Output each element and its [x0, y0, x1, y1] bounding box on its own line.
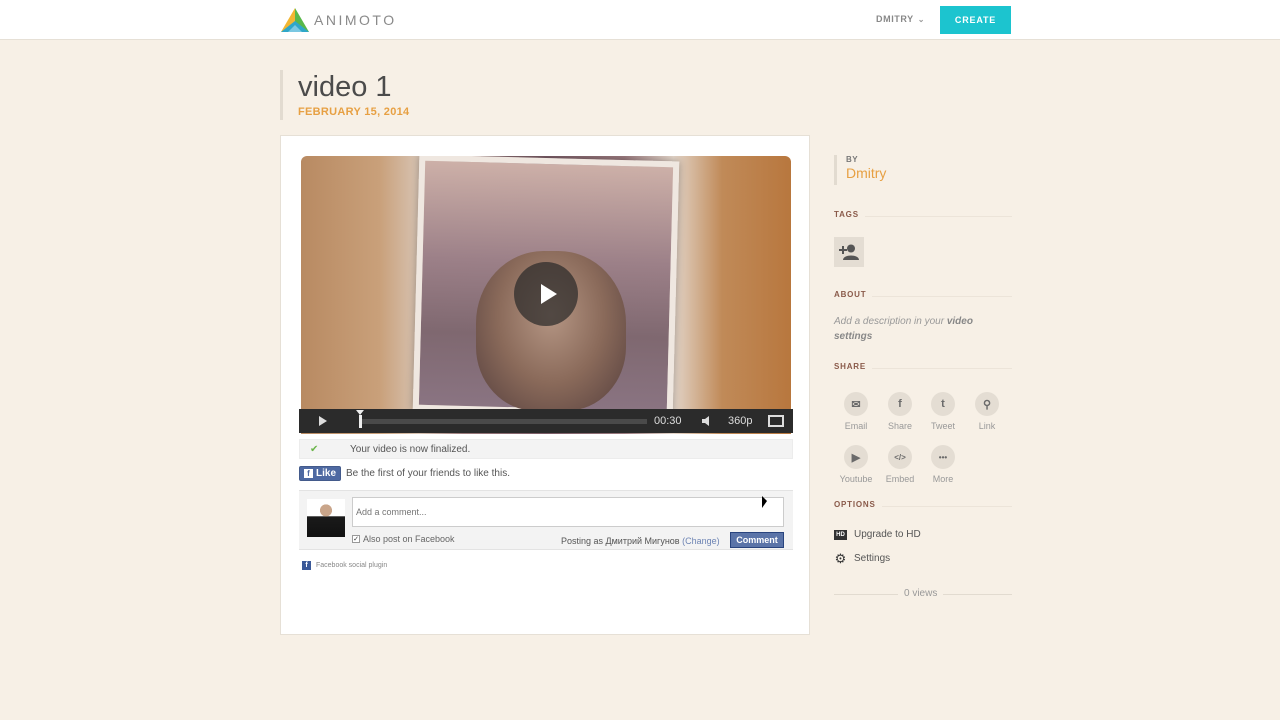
views-row: 0 views: [834, 588, 1012, 600]
settings-label: Settings: [854, 553, 891, 564]
about-heading: ABOUT: [834, 290, 1012, 299]
share-facebook-button[interactable]: f Share: [880, 392, 920, 431]
also-post-label: Also post on Facebook: [363, 534, 455, 544]
email-icon: ✉: [844, 392, 868, 416]
link-icon: ⚲: [975, 392, 999, 416]
share-facebook-label: Share: [887, 421, 913, 431]
title-block: video 1 FEBRUARY 15, 2014: [280, 70, 409, 120]
share-more-label: More: [932, 474, 954, 484]
logo-text: ANIMOTO: [314, 12, 397, 28]
options-heading: OPTIONS: [834, 500, 1012, 509]
page-title: video 1: [298, 71, 392, 103]
share-email-button[interactable]: ✉ Email: [836, 392, 876, 431]
gear-icon: ⚙: [834, 551, 847, 566]
upgrade-hd-label: Upgrade to HD: [854, 529, 921, 540]
facebook-icon: f: [888, 392, 912, 416]
about-text-prefix: Add a description in your: [834, 316, 947, 327]
status-message: Your video is now finalized.: [350, 443, 471, 455]
top-bar: ANIMOTO DMITRY ⌄ CREATE: [0, 0, 1280, 40]
share-tweet-button[interactable]: t Tweet: [923, 392, 963, 431]
check-icon: ✔: [310, 443, 319, 455]
share-heading: SHARE: [834, 362, 1012, 371]
video-card: 00:30 360p ✔ Your video is now finalized…: [280, 135, 810, 635]
facebook-like-row: f Like Be the first of your friends to l…: [299, 466, 510, 481]
control-play-icon[interactable]: [319, 409, 337, 433]
animoto-logo[interactable]: ANIMOTO: [280, 7, 397, 33]
play-button[interactable]: [514, 262, 578, 326]
facebook-social-plugin[interactable]: f Facebook social plugin: [302, 561, 387, 570]
share-youtube-button[interactable]: ▶ Youtube: [836, 445, 876, 484]
player-controls: 00:30 360p: [299, 409, 793, 433]
video-date: FEBRUARY 15, 2014: [298, 106, 410, 118]
chevron-down-icon: ⌄: [917, 14, 926, 24]
youtube-icon: ▶: [844, 445, 868, 469]
facebook-like-button[interactable]: f Like: [299, 466, 342, 481]
tags-heading: TAGS: [834, 210, 1012, 219]
facebook-icon: f: [302, 561, 311, 570]
fullscreen-icon[interactable]: [768, 415, 784, 427]
add-tag-icon[interactable]: [834, 237, 864, 267]
comment-button[interactable]: Comment: [730, 532, 784, 548]
share-link-label: Link: [978, 421, 996, 431]
twitter-icon: t: [931, 392, 955, 416]
share-embed-label: Embed: [885, 474, 915, 484]
facebook-icon: f: [304, 469, 313, 478]
tags-heading-text: TAGS: [834, 210, 865, 219]
like-prompt: Be the first of your friends to like thi…: [346, 468, 510, 479]
like-label: Like: [316, 468, 337, 479]
upgrade-hd-option[interactable]: HD Upgrade to HD: [834, 529, 921, 540]
video-player[interactable]: [301, 156, 791, 434]
about-heading-text: ABOUT: [834, 290, 873, 299]
time-display: 00:30: [654, 415, 682, 427]
hd-icon: HD: [834, 529, 847, 540]
share-youtube-label: Youtube: [839, 474, 873, 484]
animoto-logo-icon: [281, 8, 309, 32]
author-name[interactable]: Dmitry: [846, 165, 1012, 181]
by-label: BY: [846, 155, 859, 164]
views-count: 0 views: [898, 588, 944, 599]
share-tweet-label: Tweet: [930, 421, 955, 431]
about-text: Add a description in your video settings: [834, 314, 1004, 344]
comment-input[interactable]: [352, 497, 784, 527]
share-email-label: Email: [844, 421, 868, 431]
posting-as-text: Posting as Дмитрий Мигунов: [561, 536, 680, 546]
more-icon: •••: [931, 445, 955, 469]
also-post-checkbox[interactable]: ✓ Also post on Facebook: [352, 534, 455, 544]
embed-icon: </>: [888, 445, 912, 469]
avatar: [307, 499, 345, 537]
volume-icon[interactable]: [702, 409, 716, 433]
sidebar: BY Dmitry TAGS ABOUT Add a description i…: [834, 152, 1012, 599]
share-heading-text: SHARE: [834, 362, 873, 371]
comment-box: ✓ Also post on Facebook Posting as Дмитр…: [299, 490, 793, 550]
author-block: BY Dmitry: [834, 155, 1012, 185]
share-embed-button[interactable]: </> Embed: [880, 445, 920, 484]
progress-handle[interactable]: [359, 414, 362, 428]
plugin-label: Facebook social plugin: [316, 562, 388, 569]
options-heading-text: OPTIONS: [834, 500, 882, 509]
user-name: DMITRY: [876, 14, 914, 24]
change-link[interactable]: (Change): [682, 536, 720, 546]
posting-as: Posting as Дмитрий Мигунов (Change): [561, 536, 720, 546]
share-more-button[interactable]: ••• More: [923, 445, 963, 484]
quality-selector[interactable]: 360p: [728, 415, 760, 427]
status-bar: ✔ Your video is now finalized.: [299, 439, 793, 459]
create-button[interactable]: CREATE: [940, 6, 1011, 34]
progress-bar[interactable]: [356, 409, 647, 428]
settings-option[interactable]: ⚙ Settings: [834, 552, 890, 565]
user-menu[interactable]: DMITRY ⌄: [876, 14, 925, 24]
share-link-button[interactable]: ⚲ Link: [967, 392, 1007, 431]
checkbox-icon[interactable]: ✓: [352, 535, 360, 543]
